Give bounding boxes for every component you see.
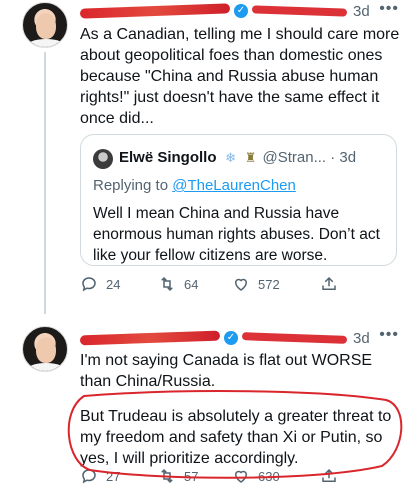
like-icon [234, 278, 248, 291]
castle-icon: ♜ [244, 149, 257, 165]
timestamp[interactable]: 3d [353, 330, 370, 347]
reply-count: 27 [106, 468, 121, 484]
timestamp[interactable]: 3d [353, 3, 370, 20]
more-icon[interactable]: ••• [379, 0, 399, 18]
retweet-count: 64 [184, 276, 199, 292]
like-button[interactable]: 572 [232, 274, 280, 294]
tweet[interactable]: ✓ 3d ••• I'm not saying Canada is flat o… [0, 318, 411, 500]
redacted-display-name [79, 3, 231, 19]
like-count: 572 [258, 276, 280, 292]
retweet-button[interactable]: 64 [158, 274, 198, 294]
reply-icon [82, 277, 96, 292]
verified-icon: ✓ [234, 4, 248, 18]
mention-link[interactable]: @TheLaurenChen [172, 177, 296, 194]
tweet-text-highlighted: But Trudeau is absolutely a greater thre… [80, 408, 392, 467]
like-icon [234, 470, 248, 483]
quoted-header: Elwë Singollo ❄ ♜ @Stran... · 3d [119, 149, 356, 166]
share-icon [322, 468, 336, 482]
quoted-reply-card[interactable]: Elwë Singollo ❄ ♜ @Stran... · 3d Replyin… [80, 134, 397, 266]
retweet-button[interactable]: 57 [158, 466, 198, 486]
retweet-icon [161, 276, 173, 292]
more-icon[interactable]: ••• [379, 326, 399, 344]
tweet-text: I'm not saying Canada is flat out WORSE … [80, 352, 373, 390]
share-button[interactable] [320, 274, 346, 294]
redacted-display-name [79, 330, 221, 346]
share-button[interactable] [320, 466, 346, 486]
quoted-handle: @Stran... · 3d [262, 149, 357, 166]
reply-icon [82, 469, 96, 484]
quoted-display-name[interactable]: Elwë Singollo [119, 149, 217, 166]
redacted-handle [251, 5, 348, 17]
reply-button[interactable]: 27 [80, 466, 120, 486]
quoted-text: Well I mean China and Russia have enormo… [93, 205, 380, 264]
avatar[interactable] [93, 149, 113, 169]
tweet-header: ✓ 3d [79, 1, 370, 21]
reply-count: 24 [106, 276, 121, 292]
replying-to-label: Replying to [93, 177, 173, 194]
avatar[interactable] [22, 2, 68, 48]
retweet-count: 57 [184, 468, 199, 484]
tweet[interactable]: ✓ 3d ••• As a Canadian, telling me I sho… [0, 0, 411, 318]
like-button[interactable]: 630 [232, 466, 280, 486]
reply-button[interactable]: 24 [80, 274, 120, 294]
verified-icon: ✓ [224, 331, 238, 345]
snowflake-icon: ❄ [225, 149, 236, 165]
retweet-icon [161, 468, 173, 484]
share-icon [322, 276, 336, 290]
like-count: 630 [258, 468, 280, 484]
redacted-handle [241, 332, 348, 344]
replying-to: Replying to @TheLaurenChen [93, 177, 296, 194]
tweet-header: ✓ 3d [79, 328, 370, 348]
avatar[interactable] [22, 326, 68, 372]
tweet-text: As a Canadian, telling me I should care … [80, 26, 400, 127]
